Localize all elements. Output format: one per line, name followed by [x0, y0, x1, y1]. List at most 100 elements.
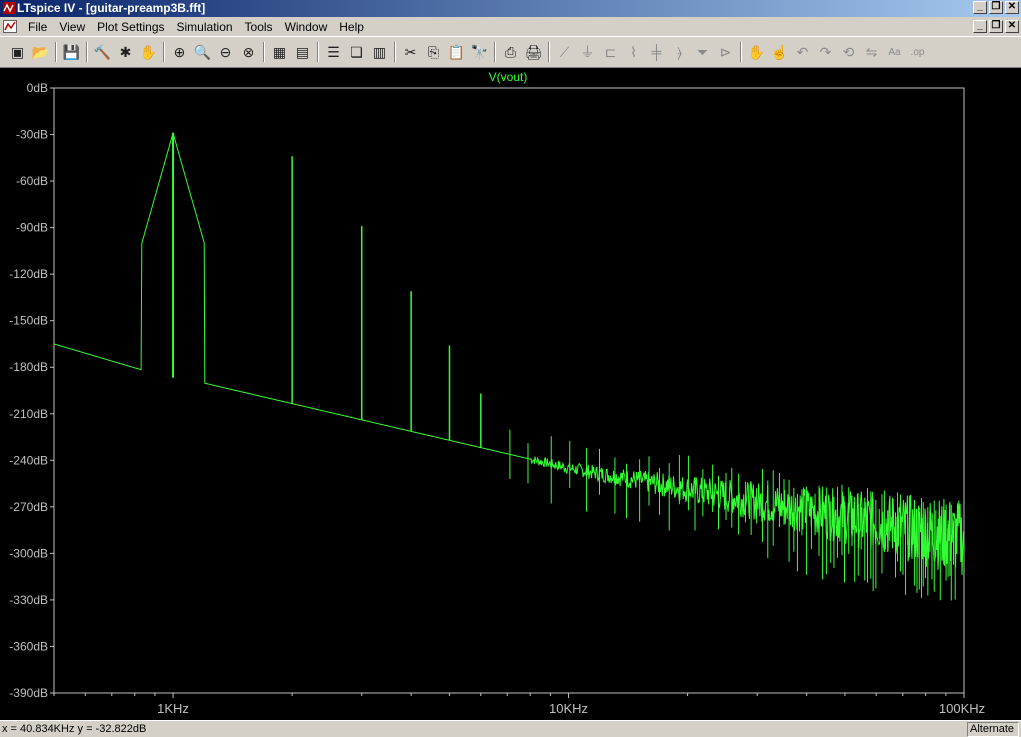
diode-button[interactable]: ⏷: [691, 41, 714, 63]
text-icon: Aa: [888, 46, 901, 58]
y-tick-label: -330dB: [9, 593, 48, 607]
save-button[interactable]: 💾: [60, 41, 83, 63]
resistor-icon: ⌇: [630, 43, 637, 60]
doc-minimize-button[interactable]: _: [973, 20, 987, 33]
run-icon: ✱: [119, 43, 132, 60]
zoom-out-button[interactable]: ⊖: [214, 41, 237, 63]
zoom-area-button[interactable]: 🔍: [191, 41, 214, 63]
trace-vout-line: [53, 131, 965, 575]
undo-button[interactable]: ↶: [791, 41, 814, 63]
cursor-readout: x = 40.834KHz y = -32.822dB: [2, 723, 147, 735]
autorange-button[interactable]: ▦: [268, 41, 291, 63]
menu-simulation[interactable]: Simulation: [171, 20, 239, 34]
doc-restore-button[interactable]: ❐: [989, 20, 1003, 33]
mirror-button[interactable]: ⇋: [860, 41, 883, 63]
x-axis[interactable]: 1KHz 10KHz 100KHz: [53, 693, 985, 716]
y-tick-label: -60dB: [16, 174, 48, 188]
restore-button[interactable]: ❐: [989, 1, 1003, 14]
y-tick-label: -210dB: [9, 407, 48, 421]
toolbar-separator: [548, 42, 550, 62]
resistor-button[interactable]: ⌇: [622, 41, 645, 63]
label-net-button[interactable]: ⊏: [599, 41, 622, 63]
diode-icon: ⏷: [696, 43, 709, 60]
find-icon: 🔭: [470, 43, 489, 60]
cut-button[interactable]: ✂: [399, 41, 422, 63]
menu-help[interactable]: Help: [333, 20, 370, 34]
find-button[interactable]: 🔭: [468, 41, 491, 63]
tile-vertical-button[interactable]: ▥: [368, 41, 391, 63]
toolbar-separator: [317, 42, 319, 62]
control-panel-icon: 🔨: [93, 43, 112, 60]
minimize-button[interactable]: _: [973, 1, 987, 14]
trace-vout: [53, 131, 965, 601]
run-button[interactable]: ✱: [114, 41, 137, 63]
component-button[interactable]: ⊳: [714, 41, 737, 63]
toolbar-separator: [86, 42, 88, 62]
new-schematic-button[interactable]: ▣: [6, 41, 29, 63]
y-tick-label: -90dB: [16, 221, 48, 235]
close-button[interactable]: ✕: [1005, 1, 1019, 14]
tile-horizontal-button[interactable]: ☰: [322, 41, 345, 63]
ltspice-app-icon: [3, 2, 15, 14]
toolbar-separator: [55, 42, 57, 62]
waveform-plot-pane[interactable]: V(vout) 0dB -30dB -60dB -90dB -120dB -150dB -1…: [0, 68, 1021, 720]
redo-button[interactable]: ↷: [814, 41, 837, 63]
move-button[interactable]: ✋: [745, 41, 768, 63]
rotate-button[interactable]: ⟲: [837, 41, 860, 63]
pan-icon: ✋: [139, 43, 158, 60]
rotate-icon: ⟲: [842, 43, 855, 60]
drag-button[interactable]: ☝: [768, 41, 791, 63]
y-tick-label: -30dB: [16, 128, 48, 142]
plot-document-icon[interactable]: [3, 20, 17, 33]
y-tick-label: -360dB: [9, 639, 48, 653]
y-axis[interactable]: 0dB -30dB -60dB -90dB -120dB -150dB -180dB -210…: [9, 81, 54, 700]
menu-window[interactable]: Window: [279, 20, 334, 34]
label-net-icon: ⊏: [604, 43, 617, 60]
y-tick-label: -300dB: [9, 546, 48, 560]
fft-plot[interactable]: V(vout) 0dB -30dB -60dB -90dB -120dB -150dB -1…: [0, 68, 1021, 720]
tile-vertical-icon: ▥: [372, 43, 387, 60]
print-button[interactable]: 🖨: [522, 41, 545, 63]
zoom-in-button[interactable]: ⊕: [168, 41, 191, 63]
wire-button[interactable]: ⟋: [553, 41, 576, 63]
zoom-out-icon: ⊖: [219, 43, 232, 60]
menu-view[interactable]: View: [53, 20, 91, 34]
cascade-button[interactable]: ❏: [345, 41, 368, 63]
spice-directive-button[interactable]: .op: [906, 41, 929, 63]
document-window-controls: _ ❐ ✕: [973, 20, 1019, 33]
print-preview-button[interactable]: ⎙: [499, 41, 522, 63]
text-button[interactable]: Aa: [883, 41, 906, 63]
menu-plot-settings[interactable]: Plot Settings: [91, 20, 170, 34]
zoom-fit-button[interactable]: ⊗: [237, 41, 260, 63]
window-title: LTspice IV - [guitar-preamp3B.fft]: [17, 1, 206, 15]
trace-label-vout[interactable]: V(vout): [489, 70, 528, 84]
open-icon: 📂: [31, 43, 50, 60]
print-preview-icon: ⎙: [504, 43, 517, 60]
menu-tools[interactable]: Tools: [239, 20, 279, 34]
mirror-icon: ⇋: [865, 43, 878, 60]
doc-close-button[interactable]: ✕: [1005, 20, 1019, 33]
title-bar[interactable]: LTspice IV - [guitar-preamp3B.fft] _ ❐ ✕: [0, 0, 1021, 17]
save-icon: 💾: [62, 43, 81, 60]
capacitor-button[interactable]: ╪: [645, 41, 668, 63]
move-icon: ✋: [747, 43, 766, 60]
x-tick-label: 10KHz: [549, 701, 588, 716]
cut-icon: ✂: [404, 43, 417, 60]
pick-visible-traces-icon: ▤: [295, 43, 310, 60]
toolbar-separator: [740, 42, 742, 62]
toolbar-separator: [494, 42, 496, 62]
undo-icon: ↶: [796, 43, 809, 60]
inductor-button[interactable]: ⦒: [668, 41, 691, 63]
pick-visible-traces-button[interactable]: ▤: [291, 41, 314, 63]
pan-button[interactable]: ✋: [137, 41, 160, 63]
paste-icon: 📋: [447, 43, 466, 60]
menu-file[interactable]: File: [22, 20, 53, 34]
paste-button[interactable]: 📋: [445, 41, 468, 63]
copy-button[interactable]: ⎘: [422, 41, 445, 63]
y-tick-label: -240dB: [9, 453, 48, 467]
open-button[interactable]: 📂: [29, 41, 52, 63]
x-tick-label: 100KHz: [939, 701, 985, 716]
control-panel-button[interactable]: 🔨: [91, 41, 114, 63]
autorange-icon: ▦: [272, 43, 287, 60]
ground-button[interactable]: ⏚: [576, 41, 599, 63]
